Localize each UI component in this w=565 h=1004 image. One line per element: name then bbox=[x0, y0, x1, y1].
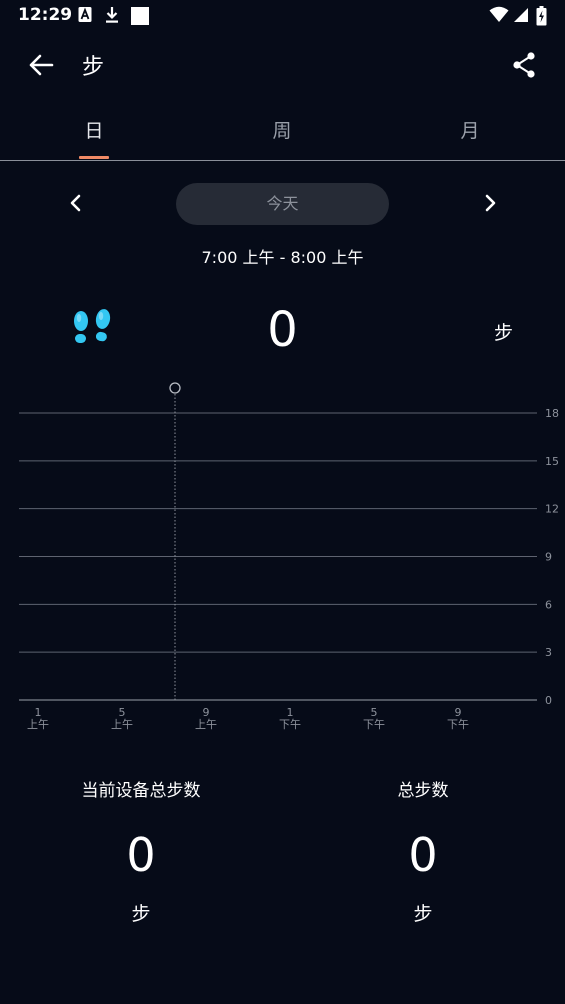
steps-screen: 12:29 步 日 周 月 今天 7:00 上午 - 8:00 上午 0 步 0… bbox=[0, 0, 565, 1004]
hourly-steps-chart[interactable]: 03691215181上午5上午9上午1下午5下午9下午 bbox=[0, 370, 565, 740]
battery-icon bbox=[536, 6, 547, 26]
total-steps-value: 0 bbox=[408, 828, 438, 882]
y-tick-label: 0 bbox=[545, 694, 552, 707]
y-tick-label: 3 bbox=[545, 646, 552, 659]
x-tick-period: 上午 bbox=[27, 718, 49, 731]
total-steps: 总步数 0 步 bbox=[282, 776, 564, 926]
tab-indicator bbox=[79, 156, 109, 159]
device-total-value: 0 bbox=[126, 828, 156, 882]
square-icon bbox=[131, 7, 149, 25]
y-tick-label: 6 bbox=[545, 598, 552, 611]
device-total-label: 当前设备总步数 bbox=[81, 781, 201, 801]
download-icon bbox=[106, 7, 118, 23]
current-step-unit: 步 bbox=[494, 322, 514, 344]
selected-time-range: 7:00 上午 - 8:00 上午 bbox=[201, 248, 364, 267]
x-tick-period: 下午 bbox=[447, 718, 469, 731]
y-tick-label: 18 bbox=[545, 407, 559, 420]
selected-hour-handle bbox=[169, 382, 181, 394]
total-steps-unit: 步 bbox=[413, 903, 433, 925]
tab-week[interactable]: 周 bbox=[242, 116, 322, 143]
wifi-icon bbox=[489, 6, 509, 22]
device-total-steps: 当前设备总步数 0 步 bbox=[0, 776, 282, 926]
y-tick-label: 9 bbox=[545, 551, 552, 564]
tab-month[interactable]: 月 bbox=[430, 116, 510, 143]
status-bar: 12:29 bbox=[0, 0, 565, 32]
x-tick-period: 上午 bbox=[195, 718, 217, 731]
current-step-count: 0 bbox=[267, 302, 298, 358]
page-title: 步 bbox=[82, 55, 105, 80]
date-navigator: 今天 bbox=[0, 180, 565, 228]
device-total-unit: 步 bbox=[131, 903, 151, 925]
notification-a-icon bbox=[78, 7, 92, 22]
chevron-right-icon[interactable] bbox=[476, 188, 506, 218]
total-steps-label: 总步数 bbox=[397, 781, 449, 801]
period-tabs: 日 周 月 bbox=[0, 106, 565, 161]
y-tick-label: 12 bbox=[545, 503, 559, 516]
back-arrow-icon[interactable] bbox=[22, 46, 60, 84]
x-tick-period: 下午 bbox=[363, 718, 385, 731]
chevron-left-icon[interactable] bbox=[60, 188, 90, 218]
y-tick-label: 15 bbox=[545, 455, 559, 468]
share-icon[interactable] bbox=[509, 50, 539, 80]
x-tick-period: 上午 bbox=[111, 718, 133, 731]
date-selector[interactable]: 今天 bbox=[176, 183, 389, 225]
app-bar: 步 bbox=[0, 32, 565, 98]
signal-icon bbox=[514, 8, 528, 22]
x-tick-period: 下午 bbox=[279, 718, 301, 731]
status-time: 12:29 bbox=[18, 5, 73, 25]
tab-day[interactable]: 日 bbox=[54, 116, 134, 143]
